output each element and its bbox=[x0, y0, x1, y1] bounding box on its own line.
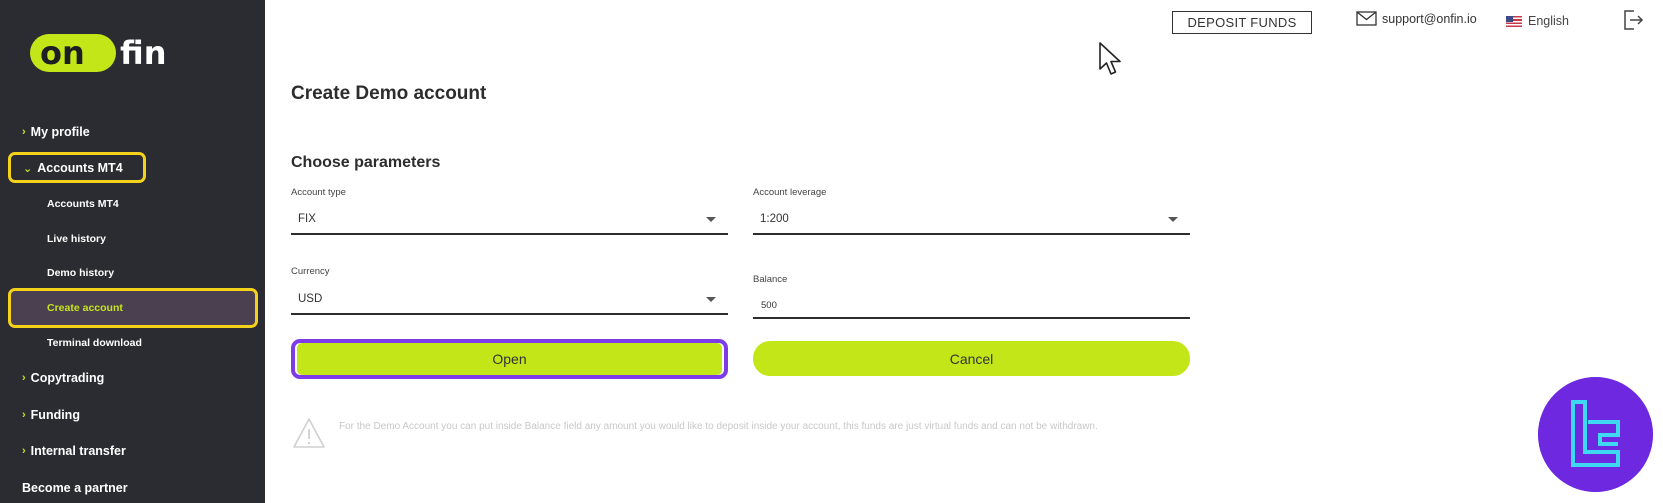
sidebar-item-internal-transfer[interactable]: › Internal transfer bbox=[22, 444, 126, 458]
currency-value: USD bbox=[298, 293, 323, 305]
cancel-button[interactable]: Cancel bbox=[753, 341, 1190, 376]
deposit-funds-button[interactable]: DEPOSIT FUNDS bbox=[1172, 11, 1312, 34]
section-title: Choose parameters bbox=[291, 154, 441, 171]
support-email-link[interactable]: support@onfin.io bbox=[1356, 11, 1477, 26]
sidebar-item-become-partner[interactable]: Become a partner bbox=[22, 481, 128, 495]
sidebar-item-funding[interactable]: › Funding bbox=[22, 408, 80, 422]
sidebar-subitem-accounts-mt4[interactable]: Accounts MT4 bbox=[47, 198, 119, 210]
page-title: Create Demo account bbox=[291, 83, 487, 104]
sidebar-item-label: Internal transfer bbox=[30, 444, 126, 458]
demo-notice-text: For the Demo Account you can put inside … bbox=[339, 421, 1098, 432]
sidebar-item-label: My profile bbox=[30, 125, 90, 139]
sidebar-subitem-terminal-download[interactable]: Terminal download bbox=[47, 337, 142, 349]
language-label: English bbox=[1528, 14, 1569, 28]
open-button[interactable]: Open bbox=[297, 343, 722, 375]
watermark-badge-icon bbox=[1538, 377, 1653, 492]
balance-input[interactable]: 500 bbox=[753, 293, 1190, 319]
account-type-value: FIX bbox=[298, 213, 316, 225]
account-leverage-value: 1:200 bbox=[760, 213, 789, 225]
dropdown-caret-icon bbox=[706, 217, 716, 222]
account-type-label: Account type bbox=[291, 187, 346, 198]
sidebar-subitem-live-history[interactable]: Live history bbox=[47, 233, 106, 245]
chevron-right-icon: › bbox=[22, 126, 26, 138]
active-item-highlight bbox=[8, 288, 258, 328]
account-type-select[interactable]: FIX bbox=[291, 205, 728, 235]
mouse-cursor-icon bbox=[1099, 42, 1121, 75]
sidebar-item-copytrading[interactable]: › Copytrading bbox=[22, 371, 104, 385]
chevron-down-icon: ⌄ bbox=[23, 162, 33, 175]
sidebar-item-my-profile[interactable]: › My profile bbox=[22, 125, 90, 139]
balance-value: 500 bbox=[761, 299, 777, 311]
chevron-right-icon: › bbox=[22, 409, 26, 421]
dropdown-caret-icon bbox=[1168, 217, 1178, 222]
chevron-right-icon: › bbox=[22, 445, 26, 457]
support-email: support@onfin.io bbox=[1382, 11, 1477, 26]
logo-text-left: on bbox=[40, 34, 85, 72]
language-selector[interactable]: English bbox=[1506, 14, 1569, 28]
sidebar-subitem-demo-history[interactable]: Demo history bbox=[47, 267, 114, 279]
us-flag-icon bbox=[1506, 15, 1522, 27]
account-leverage-select[interactable]: 1:200 bbox=[753, 205, 1190, 235]
sidebar-subitem-create-account[interactable]: Create account bbox=[47, 302, 123, 314]
sidebar-item-label: Funding bbox=[30, 408, 80, 422]
currency-label: Currency bbox=[291, 266, 330, 277]
sidebar-item-label: Accounts MT4 bbox=[37, 161, 123, 175]
warning-icon bbox=[293, 418, 325, 448]
logout-icon[interactable] bbox=[1622, 9, 1644, 31]
mail-icon bbox=[1356, 11, 1377, 26]
currency-select[interactable]: USD bbox=[291, 285, 728, 315]
logo-text-right: fin bbox=[120, 34, 167, 72]
sidebar-item-accounts-mt4[interactable]: ⌄ Accounts MT4 bbox=[23, 161, 123, 175]
account-leverage-label: Account leverage bbox=[753, 187, 827, 198]
onfin-logo[interactable]: on fin bbox=[30, 30, 205, 76]
sidebar-item-label: Become a partner bbox=[22, 481, 128, 495]
dropdown-caret-icon bbox=[706, 297, 716, 302]
balance-label: Balance bbox=[753, 274, 788, 285]
sidebar: on fin › My profile ⌄ Accounts MT4 Accou… bbox=[0, 0, 265, 503]
chevron-right-icon: › bbox=[22, 372, 26, 384]
sidebar-item-label: Copytrading bbox=[30, 371, 105, 385]
